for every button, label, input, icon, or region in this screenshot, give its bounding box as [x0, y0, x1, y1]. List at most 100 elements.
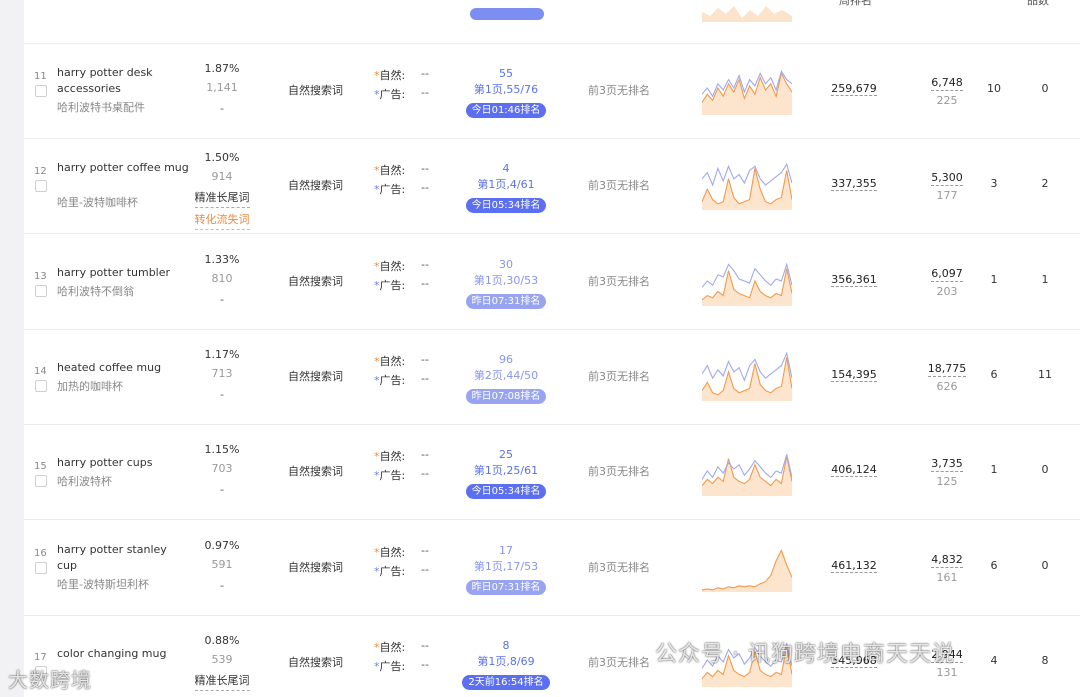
sponsored-rank-status: 前3页无排名 — [588, 561, 650, 574]
search-volume-value[interactable]: 461,132 — [831, 559, 877, 573]
rank-badge — [470, 8, 544, 20]
ad-label: *广告: — [374, 372, 405, 388]
sponsored-rank-status: 前3页无排名 — [588, 465, 650, 478]
ad-label: *广告: — [374, 277, 405, 293]
purchase-stats: 6,748 225 — [922, 71, 972, 110]
organic-rank[interactable]: 96 第2页,44/50 昨日07:08排名 — [460, 352, 552, 404]
organic-rank[interactable]: 4 第1页,4/61 今日05:34排名 — [460, 161, 552, 213]
purchase-count[interactable]: 18,775 — [927, 361, 967, 377]
sponsored-rank-status: 前3页无排名 — [588, 179, 650, 192]
keyword-tag: - — [220, 293, 224, 306]
organic-rank[interactable]: 8 第1页,8/69 2天前16:54排名 — [460, 638, 552, 690]
row-checkbox[interactable] — [35, 475, 47, 487]
purchase-stats: 18,775 626 — [922, 357, 972, 396]
keyword-tag: - — [220, 579, 224, 592]
row-checkbox[interactable] — [35, 180, 47, 192]
search-volume-value[interactable]: 406,124 — [831, 463, 877, 477]
purchase-count[interactable]: 6,097 — [931, 266, 963, 282]
keyword-translation: 哈里-波特咖啡杯 — [57, 196, 138, 209]
table-row[interactable]: 15 harry potter cups 哈利波特杯 1.15% 703 - 自… — [24, 424, 1080, 520]
organic-rank[interactable]: 25 第1页,25/61 今日05:34排名 — [460, 447, 552, 499]
row-checkbox[interactable] — [35, 285, 47, 297]
trend-sparkline[interactable] — [702, 444, 792, 496]
purchase-sub-count: 203 — [936, 285, 958, 298]
keyword-type: 自然搜索词 — [288, 370, 343, 383]
click-count: 703 — [211, 462, 233, 475]
natural-label: *自然: — [374, 67, 405, 83]
keyword-text[interactable]: harry potter stanley cup — [57, 542, 189, 574]
column-header-search-rank[interactable]: 周排名 — [839, 0, 872, 8]
trend-sparkline[interactable] — [702, 349, 792, 401]
table-row[interactable]: 14 heated coffee mug 加热的咖啡杯 1.17% 713 - … — [24, 329, 1080, 425]
table-row[interactable]: 16 harry potter stanley cup 哈里-波特斯坦利杯 0.… — [24, 520, 1080, 616]
rank-page-position: 第1页,4/61 — [477, 178, 535, 191]
row-checkbox[interactable] — [35, 562, 47, 574]
trend-sparkline[interactable] — [702, 254, 792, 306]
search-volume: 154,395 — [814, 368, 894, 382]
click-count: 914 — [211, 170, 233, 183]
trend-sparkline[interactable] — [702, 63, 792, 115]
natural-label: *自然: — [374, 639, 405, 655]
sparkline-series — [702, 262, 792, 288]
ad-label: *广告: — [374, 181, 405, 197]
keyword-text[interactable]: harry potter tumbler — [57, 265, 189, 281]
purchase-count[interactable]: 6,748 — [931, 75, 963, 91]
keyword-text[interactable]: harry potter desk accessories — [57, 65, 189, 97]
natural-rank-value: -- — [421, 544, 429, 557]
keyword-text[interactable]: heated coffee mug — [57, 360, 189, 376]
purchase-stats: 4,832 161 — [922, 548, 972, 587]
ad-label-text: 广告: — [379, 660, 406, 673]
row-checkbox[interactable] — [35, 380, 47, 392]
ad-label-text: 广告: — [379, 279, 406, 292]
search-volume-value[interactable]: 154,395 — [831, 368, 877, 382]
keyword-text[interactable]: harry potter coffee mug — [57, 160, 189, 176]
left-gutter — [0, 0, 24, 697]
natural-label: *自然: — [374, 544, 405, 560]
ad-label: *广告: — [374, 563, 405, 579]
sparkline-series — [702, 454, 792, 480]
keyword-translation: 哈里-波特斯坦利杯 — [57, 578, 149, 591]
search-volume-value[interactable]: 356,361 — [831, 273, 877, 287]
keyword-tag[interactable]: 精准长尾词 — [194, 188, 250, 208]
keyword-text[interactable]: harry potter cups — [57, 455, 189, 471]
keyword-table: 周排名 品数 11 harry potter desk accessories … — [24, 0, 1080, 697]
ad-label-text: 广告: — [379, 183, 406, 196]
keyword-stats: 1.33% 810 - — [192, 250, 252, 309]
table-row[interactable]: 13 harry potter tumbler 哈利波特不倒翁 1.33% 81… — [24, 234, 1080, 330]
purchase-count[interactable]: 3,735 — [931, 456, 963, 472]
purchase-sub-count: 177 — [936, 189, 958, 202]
ad-label: *广告: — [374, 467, 405, 483]
sponsored-rank-status: 前3页无排名 — [588, 370, 650, 383]
organic-rank[interactable]: 17 第1页,17/53 昨日07:31排名 — [460, 543, 552, 595]
click-share: 1.87% — [204, 62, 240, 75]
purchase-sub-count: 125 — [936, 475, 958, 488]
ad-label-text: 广告: — [379, 469, 406, 482]
ad-label-text: 广告: — [379, 88, 406, 101]
purchase-count[interactable]: 5,300 — [931, 170, 963, 186]
table-row[interactable]: 11 harry potter desk accessories 哈利波特书桌配… — [24, 43, 1080, 139]
natural-label: *自然: — [374, 353, 405, 369]
keyword-stats: 0.97% 591 - — [192, 536, 252, 595]
row-index: 17 — [34, 652, 47, 663]
product-count: 10 — [987, 82, 1001, 95]
row-checkbox[interactable] — [35, 85, 47, 97]
keyword-tag-secondary[interactable]: 转化流失词 — [194, 210, 250, 230]
organic-rank[interactable]: 55 第1页,55/76 今日01:46排名 — [460, 66, 552, 118]
purchase-count[interactable]: 4,832 — [931, 552, 963, 568]
natural-rank-value: -- — [421, 639, 429, 652]
natural-label: *自然: — [374, 162, 405, 178]
keyword-tag[interactable]: 精准长尾词 — [194, 671, 250, 691]
organic-rank[interactable]: 30 第1页,30/53 昨日07:31排名 — [460, 257, 552, 309]
column-header-last[interactable]: 品数 — [1027, 0, 1049, 8]
ad-rank-value: -- — [421, 372, 429, 385]
keyword-text[interactable]: color changing mug — [57, 646, 189, 662]
trend-sparkline[interactable] — [702, 540, 792, 592]
rank-position: 55 — [499, 67, 513, 80]
search-volume-value[interactable]: 259,679 — [831, 82, 877, 96]
trend-sparkline[interactable] — [702, 158, 792, 210]
ad-label: *广告: — [374, 658, 405, 674]
search-volume-value[interactable]: 337,355 — [831, 177, 877, 191]
product-count: 6 — [990, 559, 998, 572]
click-share: 1.33% — [204, 253, 240, 266]
table-row[interactable]: 12 harry potter coffee mug 哈里-波特咖啡杯 1.50… — [24, 138, 1080, 234]
